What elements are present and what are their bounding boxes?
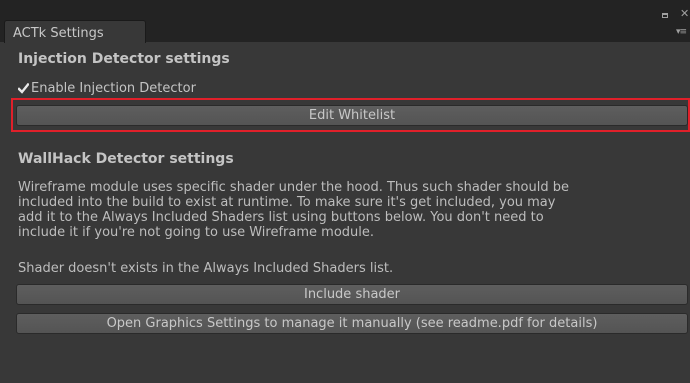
wallhack-description: Wireframe module uses specific shader un…: [18, 180, 688, 240]
include-shader-button[interactable]: Include shader: [16, 284, 688, 305]
actk-settings-window: ACTk Settings ✕ ▾≡ Injection Detector se…: [0, 0, 690, 383]
description-line: included into the build to exist at runt…: [18, 195, 556, 210]
injection-section-title: Injection Detector settings: [18, 51, 230, 67]
checkmark-icon[interactable]: [18, 82, 29, 94]
open-graphics-settings-button[interactable]: Open Graphics Settings to manage it manu…: [16, 313, 688, 334]
maximize-icon[interactable]: [662, 13, 668, 18]
shader-status-text: Shader doesn't exists in the Always Incl…: [18, 261, 394, 276]
enable-injection-label: Enable Injection Detector: [31, 80, 196, 96]
description-line: add it to the Always Included Shaders li…: [18, 210, 544, 225]
description-line: include it if you're not going to use Wi…: [18, 225, 375, 240]
window-menu-icon[interactable]: ▾≡: [676, 27, 687, 37]
enable-injection-toggle[interactable]: Enable Injection Detector: [18, 80, 196, 96]
close-icon[interactable]: ✕: [680, 8, 689, 20]
tab-label: ACTk Settings: [13, 26, 104, 41]
tab-actk-settings[interactable]: ACTk Settings: [4, 20, 146, 43]
edit-whitelist-button[interactable]: Edit Whitelist: [16, 105, 688, 126]
description-line: Wireframe module uses specific shader un…: [18, 180, 569, 195]
wallhack-section-title: WallHack Detector settings: [18, 151, 234, 167]
